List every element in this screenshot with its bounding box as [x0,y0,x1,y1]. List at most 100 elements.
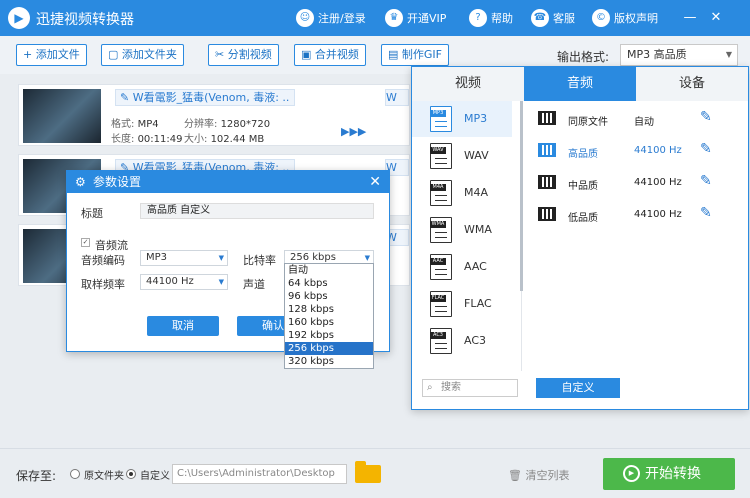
vip-icon: ♛ [385,9,403,27]
audio-stream-checkbox[interactable]: ✓ [81,238,90,247]
bitrate-option[interactable]: 192 kbps [285,329,373,342]
close-icon[interactable]: ✕ [369,171,381,193]
folder-icon[interactable] [355,461,381,483]
format-item-flac[interactable]: FLAC FLAC [412,286,512,322]
original-folder-label: 原文件夹 [84,471,124,482]
video-thumbnail [23,89,101,143]
dialog-title: 参数设置 [93,175,142,189]
tab-video[interactable]: 视频 [412,67,524,101]
film-icon [538,175,556,189]
user-icon: ☺ [296,9,314,27]
save-to-label: 保存至: [16,469,57,483]
search-input[interactable]: ⌕ 搜索 [422,379,518,397]
quality-row-selected[interactable]: 高品质 44100 Hz ✎ [530,137,742,165]
edit-icon: ✎ [120,91,133,104]
minimize-button[interactable]: — [680,8,700,28]
tab-device[interactable]: 设备 [636,67,748,101]
audio-codec-select[interactable]: MP3 ▼ [140,250,228,266]
register-login-link[interactable]: ☺ 注册/登录 [296,9,366,27]
app-logo-icon: ▶ [8,7,30,29]
edit-icon[interactable]: ✎ [700,205,712,221]
wav-file-icon: WAV [430,143,452,169]
format-item-m4a[interactable]: M4A M4A [412,175,512,211]
original-folder-radio[interactable] [70,469,80,479]
output-name[interactable]: W [385,89,409,106]
headset-icon: ☎ [531,9,549,27]
folder-icon: ▢ [108,48,122,61]
format-item-mp3[interactable]: MP3 MP3 [412,101,512,137]
audio-codec-label: 音频编码 [81,254,125,267]
bitrate-option[interactable]: 自动 [285,264,373,277]
edit-icon[interactable]: ✎ [700,141,712,157]
quality-row[interactable]: 中品质 44100 Hz ✎ [530,169,742,197]
film-icon [538,111,556,125]
search-icon: ⌕ [427,382,433,393]
edit-icon[interactable]: ✎ [700,109,712,125]
close-window-button[interactable]: ✕ [706,8,726,28]
merge-icon: ▣ [301,48,315,61]
clear-list-button[interactable]: 🗑 清空列表 [508,467,569,483]
channel-label: 声道 [243,278,265,291]
trash-icon: 🗑 [508,469,526,482]
format-tabs: 视频 音频 设备 [412,67,748,101]
mp3-file-icon: MP3 [430,106,452,132]
custom-folder-radio[interactable] [126,469,136,479]
bitrate-option-selected[interactable]: 256 kbps [285,342,373,355]
sample-rate-label: 取样频率 [81,278,125,291]
chevron-down-icon: ▼ [218,278,224,286]
make-gif-button[interactable]: ▤ 制作GIF [381,44,449,66]
bitrate-option[interactable]: 320 kbps [285,355,373,368]
scissors-icon: ✂ [215,48,228,61]
add-file-button[interactable]: + 添加文件 [16,44,87,66]
output-path-input[interactable]: C:\Users\Administrator\Desktop [172,464,347,484]
m4a-file-icon: M4A [430,180,452,206]
bitrate-option[interactable]: 96 kbps [285,290,373,303]
format-item-aac[interactable]: AAC AAC [412,249,512,285]
split-video-button[interactable]: ✂ 分割视频 [208,44,279,66]
copyright-link[interactable]: © 版权声明 [592,9,658,27]
app-title: 迅捷视频转换器 [36,12,134,28]
start-convert-button[interactable]: ▶ 开始转换 [603,458,735,490]
format-item-wma[interactable]: WMA WMA [412,212,512,248]
bitrate-option[interactable]: 128 kbps [285,303,373,316]
tab-audio[interactable]: 音频 [524,67,636,101]
help-link[interactable]: ? 帮助 [469,9,513,27]
quality-row[interactable]: 低品质 44100 Hz ✎ [530,201,742,229]
cancel-button[interactable]: 取消 [147,316,219,336]
chevron-down-icon: ▼ [725,50,732,59]
size-info: 大小: 102.44 MB [184,134,265,145]
output-format-select[interactable]: MP3 高品质 ▼ [620,44,738,66]
audio-stream-label: 音频流 [95,239,128,252]
format-list-scrollbar[interactable] [520,101,523,291]
service-link[interactable]: ☎ 客服 [531,9,575,27]
custom-folder-label: 自定义 [140,471,170,482]
sample-rate-select[interactable]: 44100 Hz ▼ [140,274,228,290]
bitrate-option[interactable]: 64 kbps [285,277,373,290]
merge-video-button[interactable]: ▣ 合并视频 [294,44,366,66]
format-info: 格式: MP4 [111,119,159,130]
title-input[interactable]: 高品质 自定义 [140,203,374,219]
duration-info: 长度: 00:11:49 [111,134,183,145]
bitrate-option[interactable]: 160 kbps [285,316,373,329]
add-folder-button[interactable]: ▢ 添加文件夹 [101,44,184,66]
edit-icon[interactable]: ✎ [700,173,712,189]
ac3-file-icon: AC3 [430,328,452,354]
chevron-down-icon: ▼ [218,254,224,262]
output-format-panel: 视频 音频 设备 MP3 MP3 WAV WAV M4A M4A WMA WMA AAC… [411,66,749,410]
file-item[interactable]: ✎ W看電影_猛毒(Venom, 毒液: .. 格式: MP4 分辨率: 128… [18,84,410,146]
format-item-wav[interactable]: WAV WAV [412,138,512,174]
quality-row[interactable]: 同原文件 自动 ✎ [530,105,742,133]
title-label: 标题 [81,207,103,220]
custom-format-button[interactable]: 自定义 [536,378,620,398]
aac-file-icon: AAC [430,254,452,280]
arrow-right-icon: ▶▶▶ [341,125,367,138]
bitrate-dropdown-list: 自动 64 kbps 96 kbps 128 kbps 160 kbps 192… [284,263,374,369]
file-name[interactable]: ✎ W看電影_猛毒(Venom, 毒液: .. [115,89,295,106]
help-icon: ? [469,9,487,27]
output-format-label: 输出格式: [557,50,610,64]
bitrate-label: 比特率 [243,254,276,267]
format-list: MP3 MP3 WAV WAV M4A M4A WMA WMA AAC AAC FLAC F… [412,101,522,371]
vip-link[interactable]: ♛ 开通VIP [385,9,446,27]
format-item-ac3[interactable]: AC3 AC3 [412,323,512,359]
flac-file-icon: FLAC [430,291,452,317]
